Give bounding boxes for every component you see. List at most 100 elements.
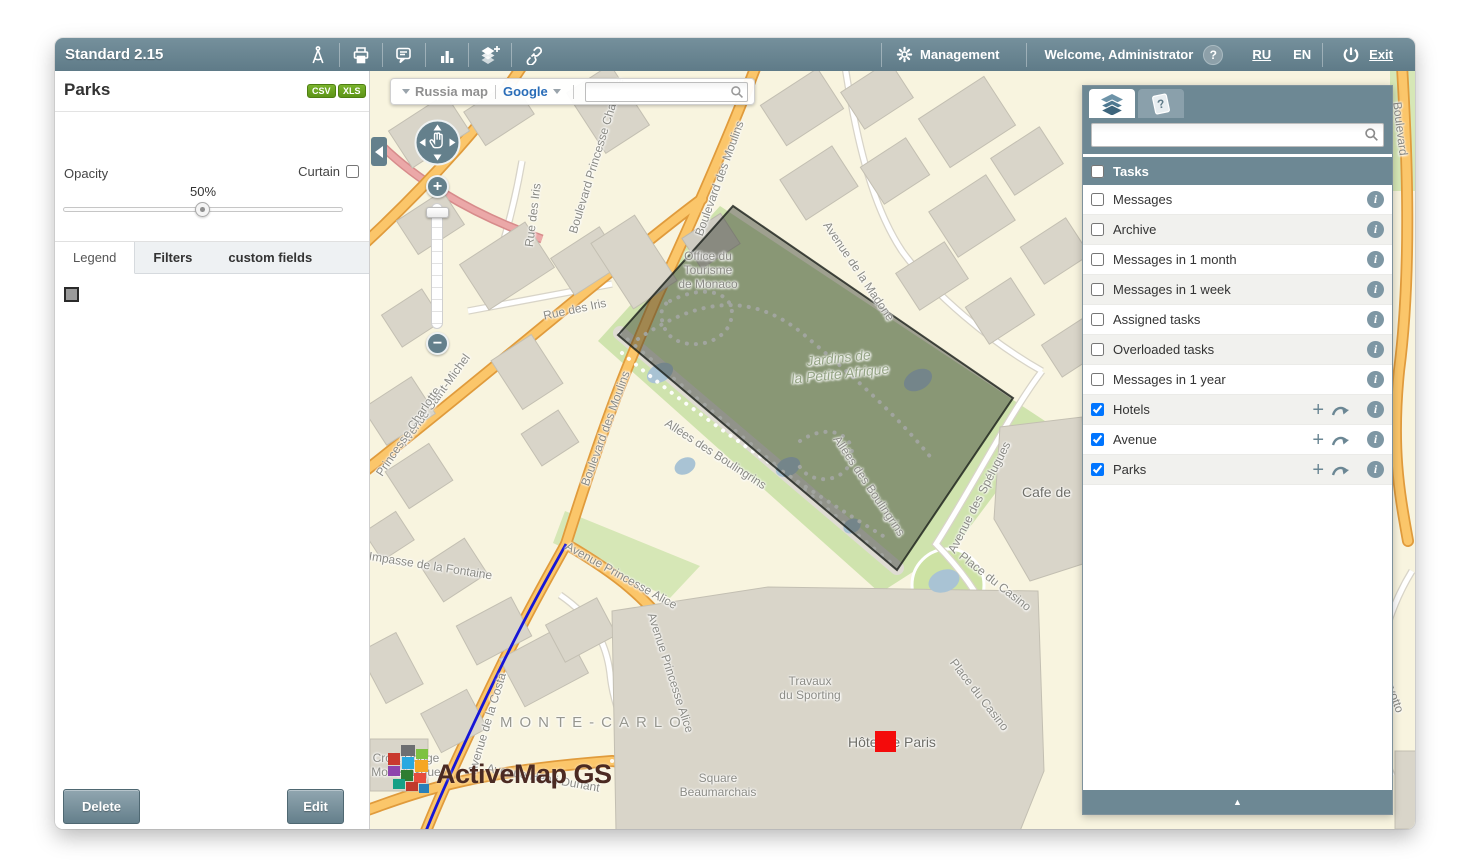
right-panel-tabs: ?	[1083, 86, 1392, 118]
statistics-icon[interactable]	[426, 38, 468, 71]
layer-info-icon[interactable]: i	[1367, 371, 1384, 388]
layer-info-icon[interactable]: i	[1367, 431, 1384, 448]
go-to-layer-icon[interactable]	[1331, 433, 1351, 447]
opacity-value: 50%	[173, 184, 233, 199]
search-icon[interactable]	[1364, 127, 1379, 147]
zoom-slider[interactable]	[431, 203, 443, 329]
layer-row[interactable]: Messages + i	[1083, 185, 1392, 215]
layer-info-icon[interactable]: i	[1367, 191, 1384, 208]
delete-button[interactable]: Delete	[63, 789, 140, 824]
layer-search	[1083, 118, 1392, 154]
opacity-slider-thumb[interactable]	[195, 202, 210, 217]
layer-checkbox[interactable]	[1091, 343, 1104, 356]
layer-label: Messages in 1 year	[1113, 372, 1303, 387]
management-label: Management	[920, 47, 999, 62]
layer-row[interactable]: Hotels + i	[1083, 395, 1392, 425]
report-icon[interactable]	[383, 38, 425, 71]
layer-info-icon[interactable]: i	[1367, 401, 1384, 418]
tab-custom-fields[interactable]: custom fields	[210, 242, 330, 273]
measure-icon[interactable]	[297, 38, 339, 71]
layer-actions: +	[1312, 400, 1351, 420]
layer-row[interactable]: Overloaded tasks + i	[1083, 335, 1392, 365]
go-to-layer-icon[interactable]	[1331, 463, 1351, 477]
layer-label: Parks	[1113, 462, 1303, 477]
layer-checkbox[interactable]	[1091, 373, 1104, 386]
layer-label: Archive	[1113, 222, 1303, 237]
layer-label: Assigned tasks	[1113, 312, 1303, 327]
tab-legend[interactable]: Legend	[55, 242, 135, 274]
layer-checkbox[interactable]	[1091, 433, 1104, 446]
collapse-up-icon: ▲	[1233, 797, 1242, 807]
zoom-slider-thumb[interactable]	[426, 207, 449, 218]
collapse-left-panel-button[interactable]	[371, 137, 387, 166]
layer-info-icon[interactable]: i	[1367, 251, 1384, 268]
panel-collapse-bar[interactable]: ▲	[1083, 790, 1392, 814]
tab-layers[interactable]	[1089, 89, 1135, 118]
go-to-layer-icon[interactable]	[1331, 403, 1351, 417]
app-title: Standard 2.15	[55, 46, 177, 63]
toolbar	[297, 38, 554, 71]
lang-en[interactable]: EN	[1293, 47, 1311, 62]
layer-info-icon[interactable]: i	[1367, 281, 1384, 298]
export-csv-button[interactable]: CSV	[307, 84, 336, 98]
gear-icon	[896, 46, 913, 63]
layer-search-input[interactable]	[1091, 123, 1384, 147]
base-map-caret-icon[interactable]	[402, 89, 410, 94]
layer-checkbox[interactable]	[1091, 253, 1104, 266]
exit-button[interactable]: Exit	[1323, 45, 1415, 65]
export-xls-button[interactable]: XLS	[338, 84, 366, 98]
help-button[interactable]: ?	[1203, 45, 1223, 65]
layer-info-icon[interactable]: i	[1367, 461, 1384, 478]
hotel-point-marker[interactable]	[875, 731, 896, 752]
layer-checkbox[interactable]	[1091, 403, 1104, 416]
layer-info-icon[interactable]: i	[1367, 341, 1384, 358]
layer-checkbox[interactable]	[1091, 463, 1104, 476]
layer-row[interactable]: Assigned tasks + i	[1083, 305, 1392, 335]
zoom-to-layer-icon[interactable]: +	[1312, 430, 1324, 450]
layer-row[interactable]: Avenue + i	[1083, 425, 1392, 455]
opacity-slider[interactable]	[63, 207, 343, 212]
layer-info-icon[interactable]: i	[1367, 311, 1384, 328]
layer-checkbox[interactable]	[1091, 313, 1104, 326]
zoom-in-button[interactable]: +	[426, 175, 449, 198]
tasks-group-checkbox[interactable]	[1091, 165, 1104, 178]
share-link-icon[interactable]	[512, 38, 554, 71]
add-layer-icon[interactable]	[469, 38, 511, 71]
layer-checkbox[interactable]	[1091, 223, 1104, 236]
management-button[interactable]: Management	[882, 46, 1025, 63]
tab-filters[interactable]: Filters	[135, 242, 210, 273]
layer-row[interactable]: Archive + i	[1083, 215, 1392, 245]
layer-label: Hotels	[1113, 402, 1303, 417]
layer-checkbox[interactable]	[1091, 283, 1104, 296]
layer-row[interactable]: Messages in 1 year + i	[1083, 365, 1392, 395]
layer-row[interactable]: Parks + i	[1083, 455, 1392, 485]
top-bar: Standard 2.15	[55, 38, 1415, 71]
tasks-group-header[interactable]: Tasks	[1083, 157, 1392, 185]
provider-caret-icon[interactable]	[553, 89, 561, 94]
panel-title: Parks	[64, 80, 110, 100]
layer-row[interactable]: Messages in 1 month + i	[1083, 245, 1392, 275]
lang-ru[interactable]: RU	[1252, 47, 1271, 62]
provider-select[interactable]: Google	[503, 84, 548, 99]
layer-checkbox[interactable]	[1091, 193, 1104, 206]
layer-row[interactable]: Messages in 1 week + i	[1083, 275, 1392, 305]
pan-control[interactable]	[414, 119, 461, 166]
layers-icon	[1099, 93, 1125, 115]
layer-list: Messages + i Archive + i Messages in 1 m…	[1083, 185, 1392, 485]
tab-help-docs[interactable]: ?	[1138, 89, 1184, 118]
curtain-checkbox[interactable]	[346, 165, 359, 178]
layer-info-icon[interactable]: i	[1367, 221, 1384, 238]
base-map-select[interactable]: Russia map	[415, 84, 488, 99]
left-panel: Parks CSV XLS Opacity Curtain 50% Legend…	[55, 71, 370, 829]
zoom-out-button[interactable]: −	[426, 332, 449, 355]
layer-label: Avenue	[1113, 432, 1303, 447]
app-window: Standard 2.15	[55, 38, 1415, 829]
search-icon[interactable]	[730, 85, 744, 104]
print-icon[interactable]	[340, 38, 382, 71]
zoom-to-layer-icon[interactable]: +	[1312, 400, 1324, 420]
left-arrow-icon	[375, 146, 383, 158]
edit-button[interactable]: Edit	[287, 789, 344, 824]
document-question-icon: ?	[1148, 93, 1174, 115]
map-search-input[interactable]	[585, 82, 748, 102]
zoom-to-layer-icon[interactable]: +	[1312, 460, 1324, 480]
